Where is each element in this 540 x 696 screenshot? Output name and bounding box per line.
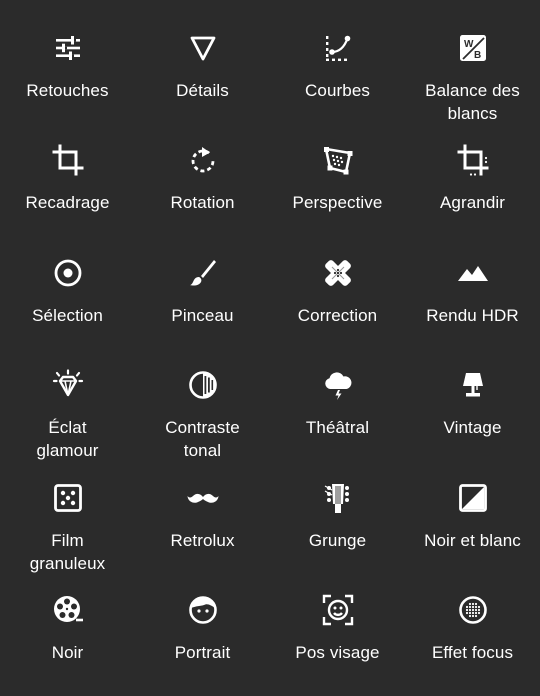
tool-balance-blancs[interactable]: W B Balance des blancs <box>405 0 540 123</box>
tune-sliders-icon <box>52 32 84 64</box>
tool-rendu-hdr[interactable]: Rendu HDR <box>405 225 540 337</box>
brush-icon <box>187 257 219 289</box>
tool-retouches[interactable]: Retouches <box>0 0 135 112</box>
tool-grunge[interactable]: Grunge <box>270 450 405 562</box>
tool-recadrage[interactable]: Recadrage <box>0 112 135 225</box>
tool-details[interactable]: Détails <box>135 0 270 112</box>
tool-perspective[interactable]: Perspective <box>270 112 405 225</box>
tool-effet-focus[interactable]: Effet focus <box>405 562 540 674</box>
tool-theatral[interactable]: Théâtral <box>270 337 405 450</box>
tool-label: Vintage <box>443 418 502 437</box>
mountains-icon <box>457 257 489 289</box>
face-icon <box>187 594 219 626</box>
tool-portrait[interactable]: Portrait <box>135 562 270 674</box>
rotate-icon <box>187 144 219 176</box>
white-balance-icon: W B <box>457 32 489 64</box>
triangle-down-icon <box>187 32 219 64</box>
tool-label: Effet focus <box>431 643 514 662</box>
tool-film-granuleux[interactable]: Film granuleux <box>0 450 135 573</box>
face-frame-icon <box>322 594 354 626</box>
guitar-head-icon <box>322 482 354 514</box>
crop-icon <box>52 144 84 176</box>
tool-label: Théâtral <box>305 418 370 437</box>
tonal-contrast-icon <box>187 369 219 401</box>
perspective-icon <box>322 144 354 176</box>
tool-label: Noir et blanc <box>424 531 521 550</box>
film-reel-icon <box>52 594 84 626</box>
tool-pos-visage[interactable]: Pos visage <box>270 562 405 674</box>
target-icon <box>52 257 84 289</box>
expand-icon <box>457 144 489 176</box>
bandage-icon <box>322 257 354 289</box>
curves-icon <box>322 32 354 64</box>
tool-agrandir[interactable]: Agrandir <box>405 112 540 225</box>
tool-label: Retouches <box>26 81 109 100</box>
storm-cloud-icon <box>322 369 354 401</box>
tool-retrolux[interactable]: Retrolux <box>135 450 270 562</box>
tool-label: Grunge <box>308 531 367 550</box>
tool-courbes[interactable]: Courbes <box>270 0 405 112</box>
svg-text:W: W <box>464 39 474 50</box>
tool-label: Noir <box>51 643 84 662</box>
focus-dots-icon <box>457 594 489 626</box>
tool-label: Agrandir <box>439 193 506 212</box>
tool-label: Sélection <box>32 306 103 325</box>
tool-label: Rotation <box>170 193 235 212</box>
tool-pinceau[interactable]: Pinceau <box>135 225 270 337</box>
black-white-icon <box>457 482 489 514</box>
tool-label: Correction <box>297 306 378 325</box>
dice-icon <box>52 482 84 514</box>
tool-label: Recadrage <box>25 193 110 212</box>
tool-vintage[interactable]: Vintage <box>405 337 540 450</box>
tool-correction[interactable]: Correction <box>270 225 405 337</box>
lamp-icon <box>457 369 489 401</box>
tool-eclat-glamour[interactable]: Éclat glamour <box>0 337 135 460</box>
tool-noir[interactable]: Noir <box>0 562 135 674</box>
svg-text:B: B <box>474 50 481 61</box>
tools-grid: Retouches Détails Courbes W B Balance de… <box>0 0 540 696</box>
tool-label: Rendu HDR <box>426 306 519 325</box>
tool-label: Pinceau <box>171 306 234 325</box>
diamond-icon <box>52 369 84 401</box>
tool-rotation[interactable]: Rotation <box>135 112 270 225</box>
tool-label: Perspective <box>292 193 383 212</box>
tool-contraste-tonal[interactable]: Contraste tonal <box>135 337 270 460</box>
tool-noir-et-blanc[interactable]: Noir et blanc <box>405 450 540 562</box>
tool-label: Pos visage <box>295 643 380 662</box>
mustache-icon <box>187 482 219 514</box>
tool-label: Portrait <box>174 643 231 662</box>
tool-label: Courbes <box>305 81 370 100</box>
tool-label: Détails <box>176 81 229 100</box>
tool-selection[interactable]: Sélection <box>0 225 135 337</box>
tool-label: Retrolux <box>170 531 235 550</box>
